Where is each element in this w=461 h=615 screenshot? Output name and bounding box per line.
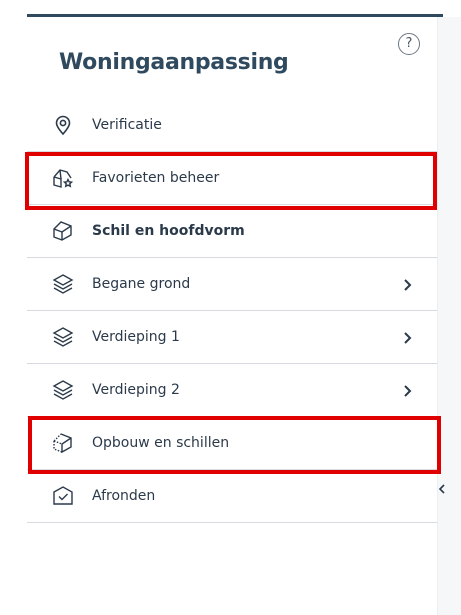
menu-item-schil-en-hoofdvorm[interactable]: Schil en hoofdvorm <box>27 205 437 258</box>
house-dotted-icon <box>51 431 75 455</box>
right-panel <box>437 17 461 615</box>
help-button[interactable]: ? <box>398 33 420 55</box>
menu-item-label: Begane grond <box>92 276 191 292</box>
menu-item-label: Favorieten beheer <box>92 170 220 186</box>
menu-item-opbouw-en-schillen[interactable]: Opbouw en schillen <box>27 417 437 470</box>
menu-item-label: Verdieping 1 <box>92 329 180 345</box>
menu-item-verdieping-1[interactable]: Verdieping 1 <box>27 311 437 364</box>
layers-icon <box>51 325 75 349</box>
check-box-icon <box>51 484 75 508</box>
top-rule <box>27 14 443 17</box>
side-menu: Verificatie Favorieten beheer Schil en h… <box>27 99 437 523</box>
menu-item-verdieping-2[interactable]: Verdieping 2 <box>27 364 437 417</box>
menu-item-favorieten-beheer[interactable]: Favorieten beheer <box>27 152 437 205</box>
chevron-right-icon <box>401 277 413 291</box>
menu-item-label: Opbouw en schillen <box>92 435 230 451</box>
chevron-right-icon <box>401 330 413 344</box>
menu-item-verificatie[interactable]: Verificatie <box>27 99 437 152</box>
chevron-left-icon[interactable] <box>437 481 447 497</box>
menu-item-label: Verdieping 2 <box>92 382 180 398</box>
layers-icon <box>51 272 75 296</box>
chevron-right-icon <box>401 383 413 397</box>
location-pin-icon <box>51 113 75 137</box>
house-outline-icon <box>51 219 75 243</box>
layers-icon <box>51 378 75 402</box>
menu-item-afronden[interactable]: Afronden <box>27 470 437 523</box>
menu-item-begane-grond[interactable]: Begane grond <box>27 258 437 311</box>
menu-item-label: Schil en hoofdvorm <box>92 223 245 239</box>
menu-item-label: Verificatie <box>92 117 162 133</box>
menu-item-label: Afronden <box>92 488 156 504</box>
panel-title: Woningaanpassing <box>59 50 289 75</box>
house-star-icon <box>51 166 75 190</box>
